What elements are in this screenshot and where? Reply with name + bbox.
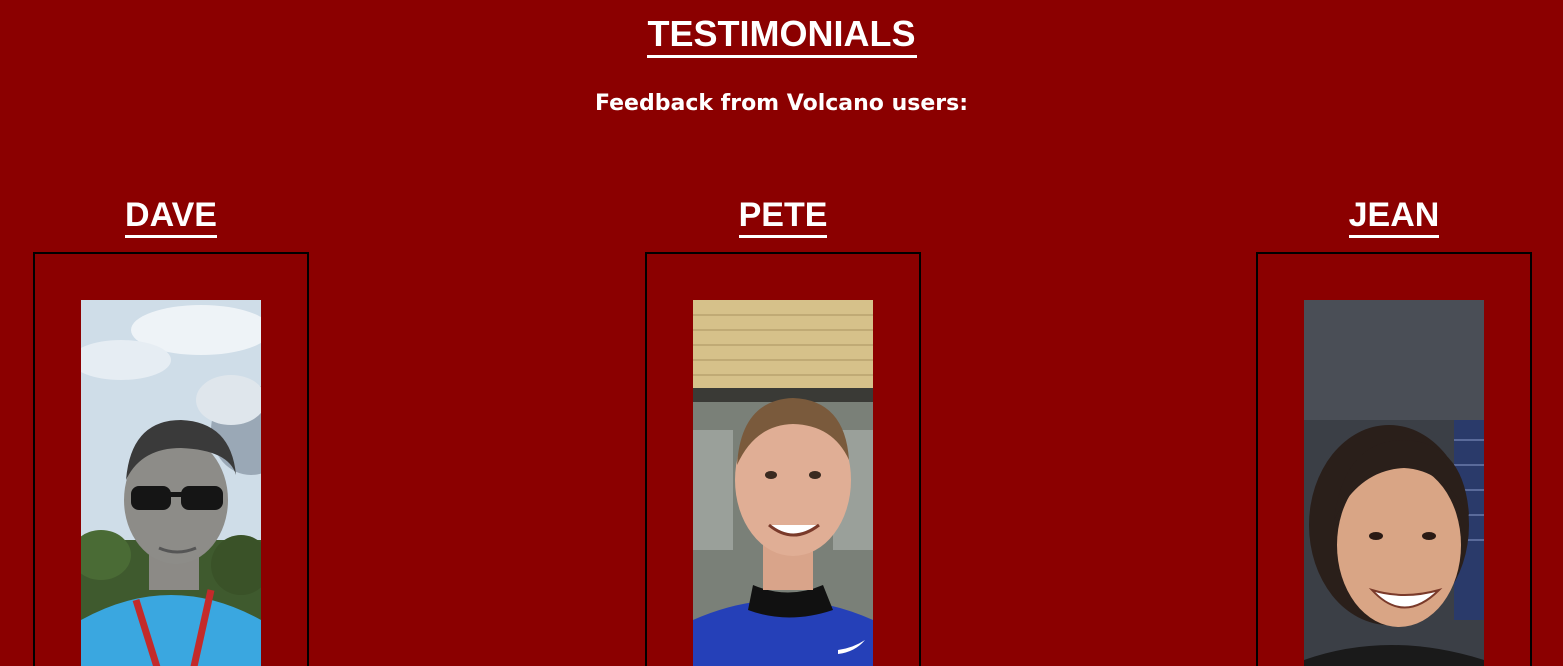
testimonial-card-pete: PETE — [645, 196, 921, 666]
testimonial-name: DAVE — [125, 196, 217, 238]
testimonial-name: PETE — [738, 196, 828, 238]
testimonial-name-heading: DAVE — [33, 196, 309, 242]
testimonial-name: JEAN — [1348, 196, 1440, 238]
testimonial-frame — [33, 252, 309, 666]
testimonial-frame — [645, 252, 921, 666]
person-photo-dave — [81, 300, 261, 666]
testimonial-frame — [1256, 252, 1532, 666]
testimonial-name-heading: JEAN — [1256, 196, 1532, 242]
testimonial-name-heading: PETE — [645, 196, 921, 242]
testimonial-card-jean: JEAN — [1256, 196, 1532, 666]
section-subtitle: Feedback from Volcano users: — [595, 91, 968, 116]
person-photo-pete — [693, 300, 873, 666]
testimonials-page: TESTIMONIALS Feedback from Volcano users… — [0, 0, 1563, 666]
testimonial-card-dave: DAVE — [33, 196, 309, 666]
section-heading: TESTIMONIALS — [0, 14, 1563, 58]
section-title: TESTIMONIALS — [646, 14, 917, 58]
person-photo-jean — [1304, 300, 1484, 666]
